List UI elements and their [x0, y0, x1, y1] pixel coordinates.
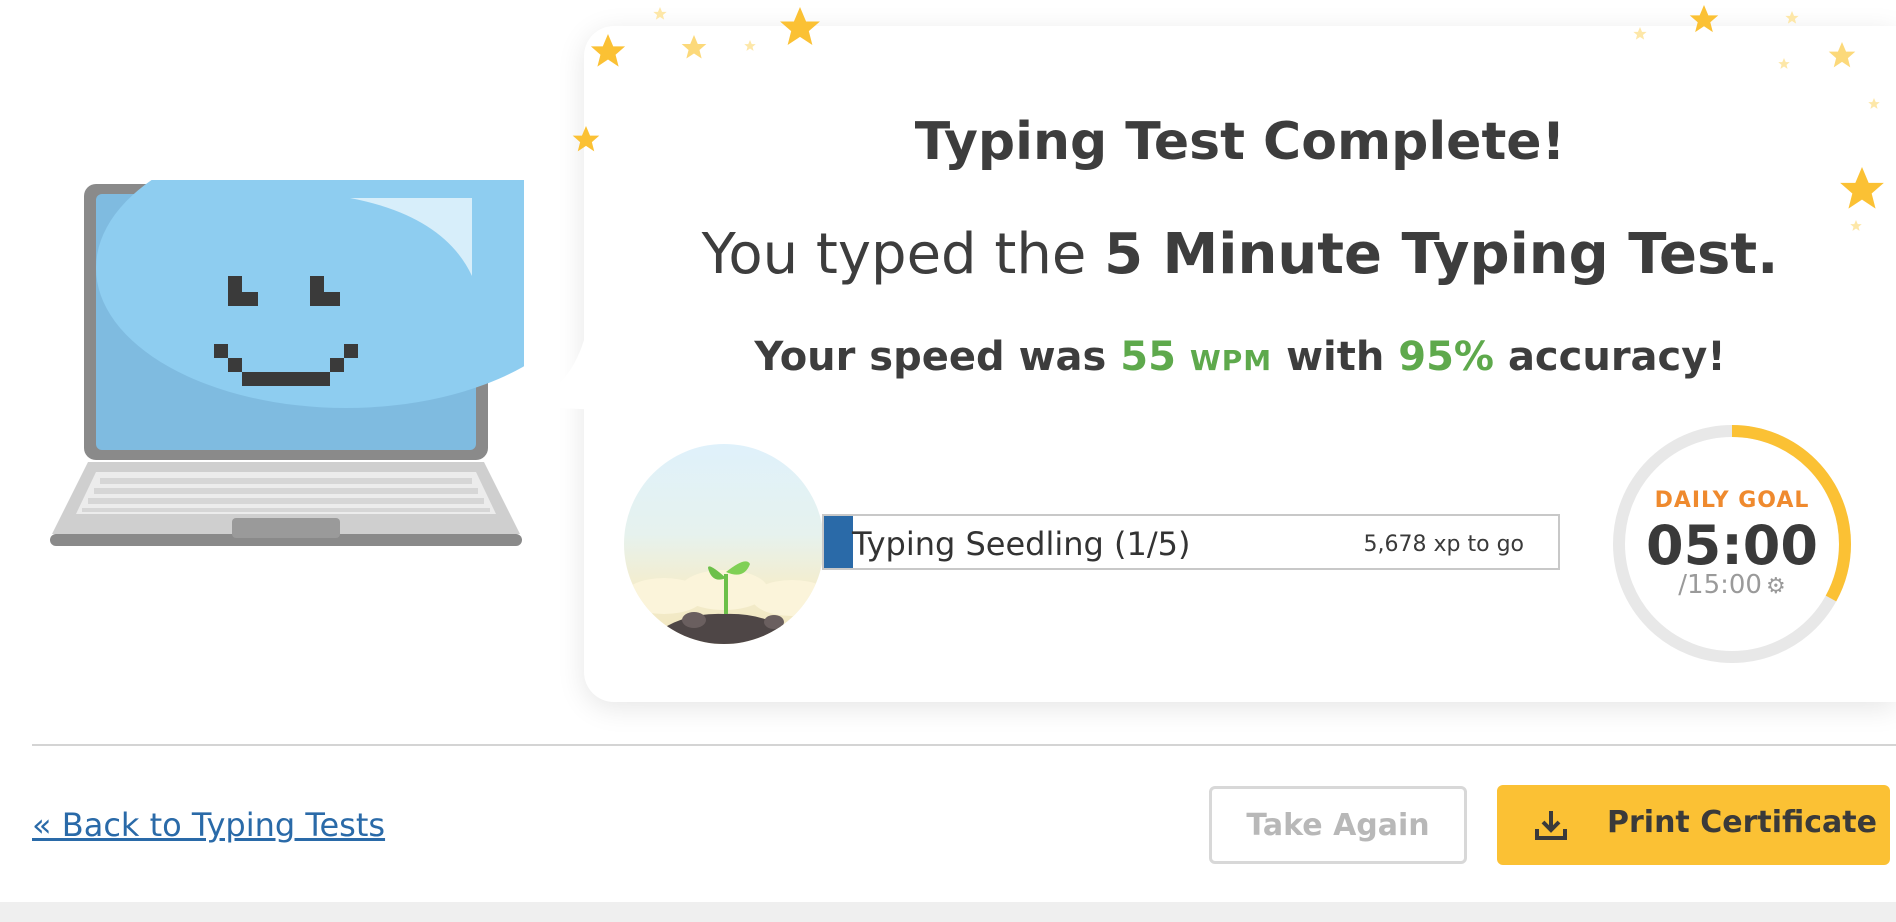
speed-accuracy-line: Your speed was 55 WPM with 95% accuracy!: [584, 334, 1896, 380]
level-progress-fill: [824, 516, 854, 568]
seedling-badge-icon: [624, 444, 824, 644]
daily-goal-total: /15:00: [1678, 570, 1762, 600]
accuracy-suffix: accuracy!: [1494, 334, 1726, 380]
daily-goal-time: 05:00: [1646, 514, 1818, 577]
laptop-mascot-icon: [50, 180, 524, 546]
speed-mid: with: [1272, 334, 1399, 380]
page-bottom-band: [0, 902, 1896, 922]
results-title: Typing Test Complete!: [914, 112, 1566, 172]
take-again-button[interactable]: Take Again: [1209, 786, 1467, 864]
speed-unit: WPM: [1189, 344, 1273, 377]
download-icon: [1535, 811, 1567, 840]
test-name: 5 Minute Typing Test.: [1104, 222, 1779, 287]
daily-goal-label: DAILY GOAL: [1654, 488, 1810, 513]
divider: [32, 744, 1896, 746]
speed-value: 55: [1120, 334, 1176, 380]
gear-icon[interactable]: ⚙: [1766, 574, 1786, 599]
print-certificate-label: Print Certificate: [1607, 805, 1877, 840]
back-to-typing-tests-link[interactable]: « Back to Typing Tests: [32, 806, 385, 844]
daily-goal-widget[interactable]: DAILY GOAL 05:00 /15:00 ⚙: [1610, 422, 1854, 666]
daily-goal-total-line: /15:00 ⚙: [1610, 570, 1854, 600]
accuracy-value: 95%: [1398, 334, 1495, 380]
print-certificate-button[interactable]: Print Certificate: [1497, 785, 1890, 865]
test-name-line: You typed the 5 Minute Typing Test.: [584, 222, 1896, 287]
speed-prefix: Your speed was: [754, 334, 1121, 380]
xp-to-go: 5,678 xp to go: [1363, 532, 1524, 557]
level-label: Typing Seedling (1/5): [852, 525, 1191, 563]
level-progress-bar: Typing Seedling (1/5) 5,678 xp to go: [822, 514, 1560, 570]
test-name-prefix: You typed the: [701, 222, 1105, 287]
